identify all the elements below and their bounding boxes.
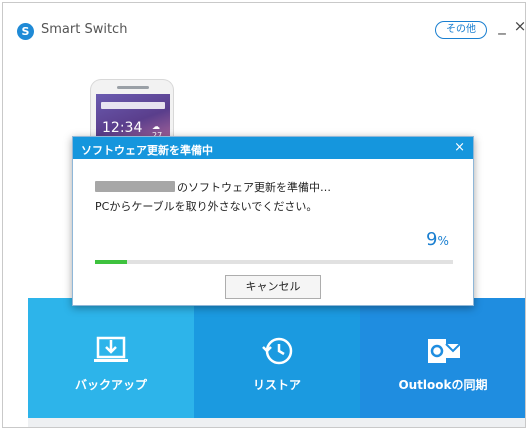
cancel-button[interactable]: キャンセル [225, 275, 321, 299]
dialog-message-line1: のソフトウェア更新を準備中… [177, 181, 331, 194]
progress-track [95, 260, 453, 264]
minimize-button[interactable]: _ [495, 17, 509, 37]
restore-icon [262, 337, 293, 365]
phone-clock: 12:34 [102, 120, 143, 136]
phone-search-bar [101, 102, 165, 109]
bottom-strip [28, 418, 525, 427]
dialog-title-bar: ソフトウェア更新を準備中 × [73, 137, 473, 159]
outlook-label: Outlookの同期 [398, 378, 488, 392]
backup-tile[interactable]: バックアップ [28, 298, 194, 418]
close-button[interactable]: × [513, 17, 525, 37]
restore-tile[interactable]: リストア [194, 298, 360, 418]
progress-percent-unit: % [437, 234, 449, 248]
dialog-title: ソフトウェア更新を準備中 [81, 144, 213, 157]
app-title: Smart Switch [41, 22, 128, 37]
dialog-message-line2: PCからケーブルを取り外さないでください。 [95, 200, 318, 213]
outlook-icon [428, 339, 461, 363]
update-dialog: ソフトウェア更新を準備中 × のソフトウェア更新を準備中… PCからケーブルを取… [72, 136, 474, 306]
progress-percent-number: 9 [426, 229, 438, 250]
redacted-device-name [95, 181, 175, 192]
backup-label: バックアップ [74, 378, 147, 392]
title-bar: S Smart Switch その他 _ × [3, 3, 525, 53]
action-tiles: バックアップ リストア Outlookの同期 [28, 298, 525, 418]
progress-fill [95, 260, 128, 264]
progress-percent: 9% [426, 229, 449, 250]
backup-icon [94, 336, 128, 362]
outlook-tile[interactable]: Outlookの同期 [360, 298, 525, 418]
dialog-close-icon[interactable]: × [454, 140, 465, 155]
smart-switch-logo-icon: S [17, 23, 34, 40]
restore-label: リストア [252, 378, 301, 392]
phone-speaker [117, 86, 149, 89]
more-button[interactable]: その他 [435, 21, 487, 39]
